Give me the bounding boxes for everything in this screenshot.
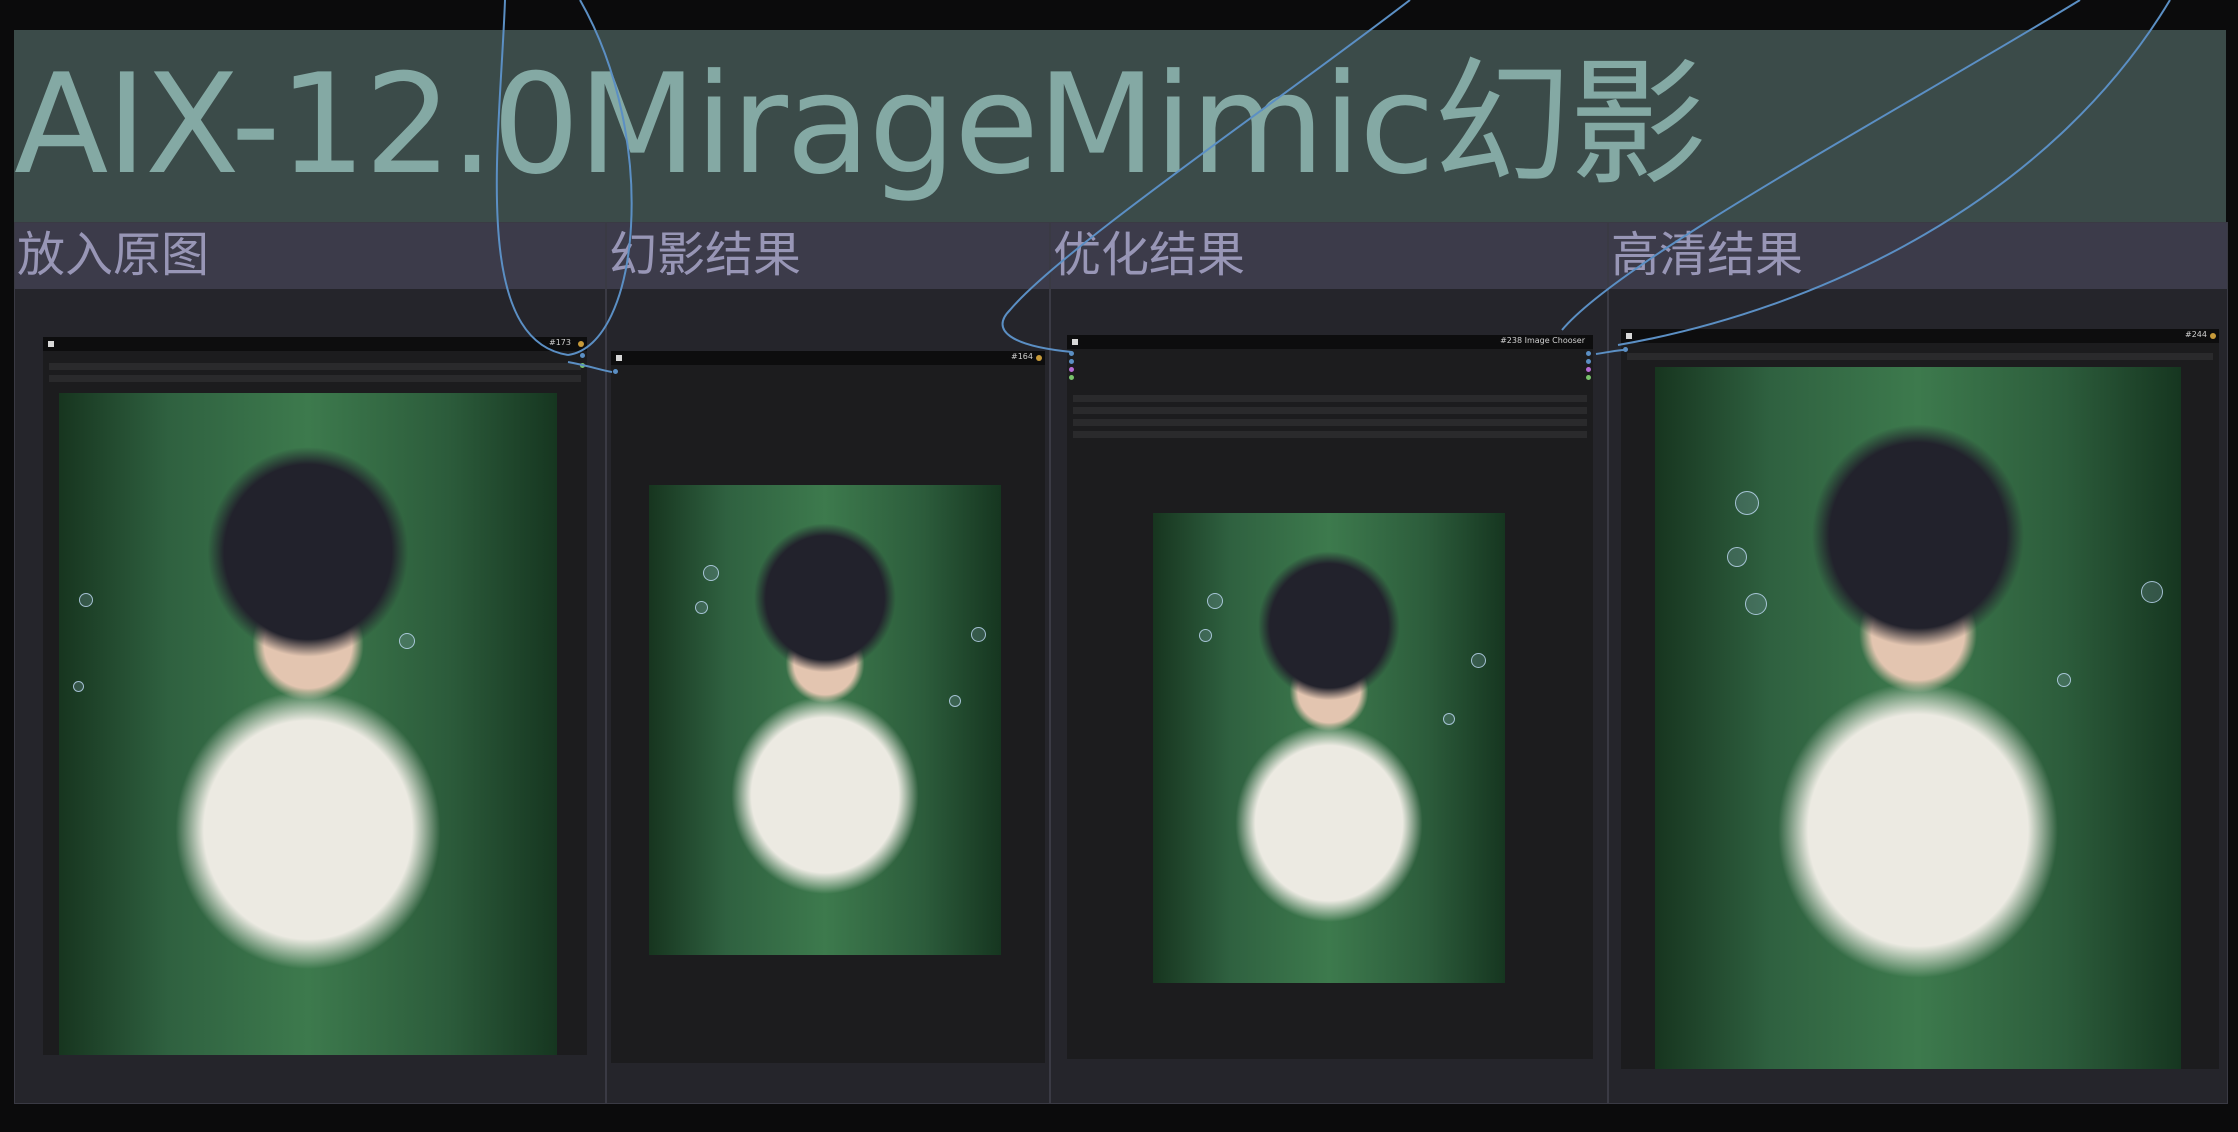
chooser-widget[interactable] <box>1073 407 1587 414</box>
node-id-label: #173 <box>549 338 571 347</box>
group-title-mirage: 幻影结果 <box>609 227 802 283</box>
group-header[interactable]: 高清结果 <box>1609 223 2227 289</box>
bubble <box>1443 713 1455 725</box>
image-widget[interactable] <box>49 363 581 370</box>
hd-photo <box>1655 367 2181 1069</box>
title-banner[interactable]: AIX-12.0MirageMimic幻影 <box>14 30 2226 222</box>
bubble <box>2057 673 2071 687</box>
bubble <box>1207 593 1223 609</box>
output-slot-icon[interactable] <box>580 363 585 368</box>
optimized-photo <box>1153 513 1505 983</box>
bubble <box>2141 581 2163 603</box>
node-status-dot-icon <box>578 341 584 347</box>
chooser-widget[interactable] <box>1073 419 1587 426</box>
banner-title: AIX-12.0MirageMimic幻影 <box>14 44 1707 205</box>
group-header[interactable]: 优化结果 <box>1051 223 1607 289</box>
output-slot-icon[interactable] <box>1586 375 1591 380</box>
node-titlebar[interactable]: #164 <box>611 351 1045 365</box>
upload-widget[interactable] <box>49 375 581 382</box>
node-status-dot-icon <box>1036 355 1042 361</box>
group-optimized-result[interactable]: 优化结果 #238 Image Chooser <box>1050 222 1608 1104</box>
bubble <box>695 601 708 614</box>
input-slot-icon[interactable] <box>1069 375 1074 380</box>
group-title-hd: 高清结果 <box>1611 227 1804 283</box>
node-id-label: #244 <box>2185 330 2207 339</box>
output-slot-icon[interactable] <box>1586 359 1591 364</box>
bubble <box>73 681 84 692</box>
node-image-chooser[interactable]: #238 Image Chooser <box>1067 335 1593 1059</box>
input-slot-icon[interactable] <box>613 369 618 374</box>
source-photo <box>59 393 557 1055</box>
chooser-widget[interactable] <box>1073 431 1587 438</box>
node-id-label: #238 Image Chooser <box>1500 336 1585 345</box>
node-mirage-preview[interactable]: #164 <box>611 351 1045 1063</box>
output-slot-icon[interactable] <box>1586 367 1591 372</box>
group-header[interactable]: 幻影结果 <box>607 223 1049 289</box>
output-slot-icon[interactable] <box>580 353 585 358</box>
bubble <box>1199 629 1212 642</box>
group-source-image[interactable]: 放入原图 #173 <box>14 222 606 1104</box>
chooser-widget[interactable] <box>1073 395 1587 402</box>
bubble <box>1471 653 1486 668</box>
bubble <box>1735 491 1759 515</box>
bubble <box>949 695 961 707</box>
collapse-dot-icon[interactable] <box>1626 333 1632 339</box>
bubble <box>79 593 93 607</box>
mirage-photo <box>649 485 1001 955</box>
node-hd-preview[interactable]: #244 <box>1621 329 2219 1069</box>
preview-widget[interactable] <box>1627 353 2213 360</box>
collapse-dot-icon[interactable] <box>48 341 54 347</box>
node-id-label: #164 <box>1011 352 1033 361</box>
collapse-dot-icon[interactable] <box>616 355 622 361</box>
output-slot-icon[interactable] <box>1586 351 1591 356</box>
group-mirage-result[interactable]: 幻影结果 #164 <box>606 222 1050 1104</box>
bubble <box>971 627 986 642</box>
input-slot-icon[interactable] <box>1069 367 1074 372</box>
bubble <box>399 633 415 649</box>
input-slot-icon[interactable] <box>1623 347 1628 352</box>
group-title-source: 放入原图 <box>17 227 210 283</box>
group-header[interactable]: 放入原图 <box>15 223 605 289</box>
bubble <box>1727 547 1747 567</box>
input-slot-icon[interactable] <box>1069 351 1074 356</box>
group-title-optimized: 优化结果 <box>1053 227 1246 283</box>
node-status-dot-icon <box>2210 333 2216 339</box>
node-load-image[interactable]: #173 <box>43 337 587 1055</box>
bubble <box>1745 593 1767 615</box>
collapse-dot-icon[interactable] <box>1072 339 1078 345</box>
bubble <box>703 565 719 581</box>
input-slot-icon[interactable] <box>1069 359 1074 364</box>
node-titlebar[interactable]: #244 <box>1621 329 2219 343</box>
group-hd-result[interactable]: 高清结果 #244 <box>1608 222 2228 1104</box>
node-titlebar[interactable]: #173 <box>43 337 587 351</box>
node-titlebar[interactable]: #238 Image Chooser <box>1067 335 1593 349</box>
